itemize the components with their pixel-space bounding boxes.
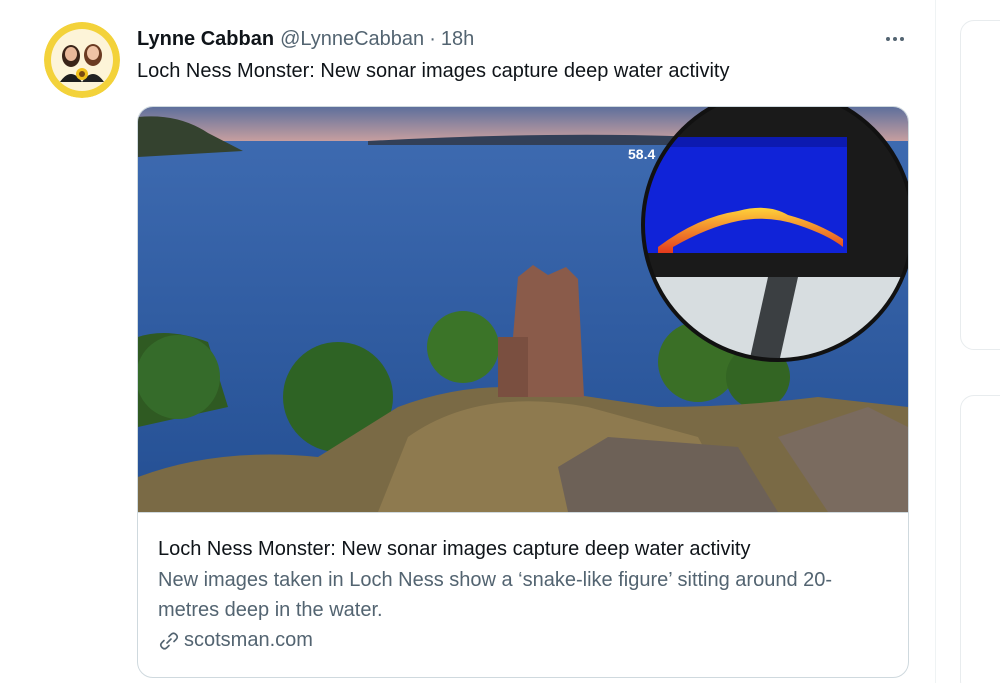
card-description: New images taken in Loch Ness show a ‘sn…	[158, 569, 833, 621]
column-divider	[935, 0, 936, 683]
card-domain[interactable]: scotsman.com	[158, 629, 888, 652]
link-card[interactable]: 58.4 Loch Ness Monster: New sonar images…	[137, 106, 909, 678]
tweet-header: Lynne Cabban @LynneCabban · 18h	[137, 24, 474, 54]
author-handle[interactable]: @LynneCabban	[280, 28, 424, 51]
right-sidebar	[960, 0, 1000, 683]
more-horizontal-icon	[886, 37, 904, 41]
more-options-button[interactable]	[878, 26, 912, 52]
author-name[interactable]: Lynne Cabban	[137, 28, 274, 51]
card-body[interactable]: Loch Ness Monster: New sonar images capt…	[138, 512, 908, 677]
card-domain-text: scotsman.com	[184, 629, 313, 651]
tweet-text: Loch Ness Monster: New sonar images capt…	[137, 60, 730, 82]
author-avatar[interactable]	[44, 22, 120, 98]
sidebar-panel-bottom	[960, 395, 1000, 683]
sonar-depth-readout: 58.4	[628, 146, 655, 162]
header-separator: ·	[429, 27, 436, 50]
card-title: Loch Ness Monster: New sonar images capt…	[158, 538, 751, 560]
sidebar-panel-top	[960, 20, 1000, 350]
tweet[interactable]: Lynne Cabban @LynneCabban · 18h Loch Nes…	[0, 0, 935, 683]
card-image[interactable]: 58.4	[138, 107, 908, 512]
link-icon	[158, 630, 180, 652]
tweet-timestamp[interactable]: 18h	[441, 28, 474, 51]
